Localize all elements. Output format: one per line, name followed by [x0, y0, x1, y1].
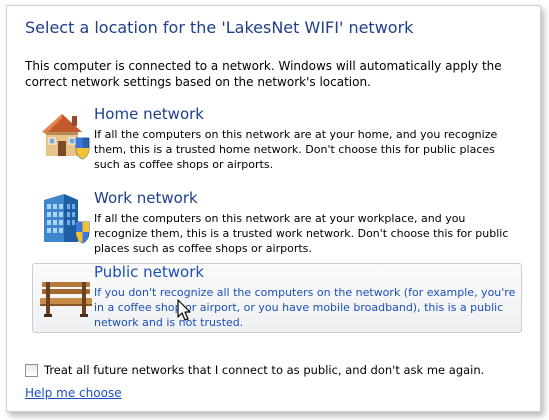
home-network-option[interactable]: Home network If all the computers on thi…: [32, 105, 522, 171]
home-network-description: If all the computers on this network are…: [94, 128, 498, 171]
treat-as-public-checkbox[interactable]: [25, 364, 38, 377]
public-network-option[interactable]: Public network If you don't recognize al…: [32, 263, 522, 333]
house-shield-icon: [42, 114, 90, 160]
public-network-title: Public network: [94, 263, 205, 281]
work-network-option[interactable]: Work network If all the computers on thi…: [32, 189, 522, 255]
office-building-shield-icon: [44, 194, 90, 244]
park-bench-icon: [40, 282, 92, 317]
network-location-dialog: Select a location for the 'LakesNet WIFI…: [6, 5, 541, 412]
home-network-title: Home network: [94, 105, 204, 123]
dialog-title: Select a location for the 'LakesNet WIFI…: [25, 18, 414, 37]
work-network-description: If all the computers on this network are…: [94, 212, 509, 255]
help-me-choose-link[interactable]: Help me choose: [25, 386, 122, 400]
work-network-title: Work network: [94, 189, 198, 207]
mouse-cursor-icon: [177, 299, 191, 321]
dialog-intro-text: This computer is connected to a network.…: [25, 59, 502, 89]
treat-as-public-label[interactable]: Treat all future networks that I connect…: [44, 363, 484, 377]
public-network-description: If you don't recognize all the computers…: [94, 286, 516, 329]
